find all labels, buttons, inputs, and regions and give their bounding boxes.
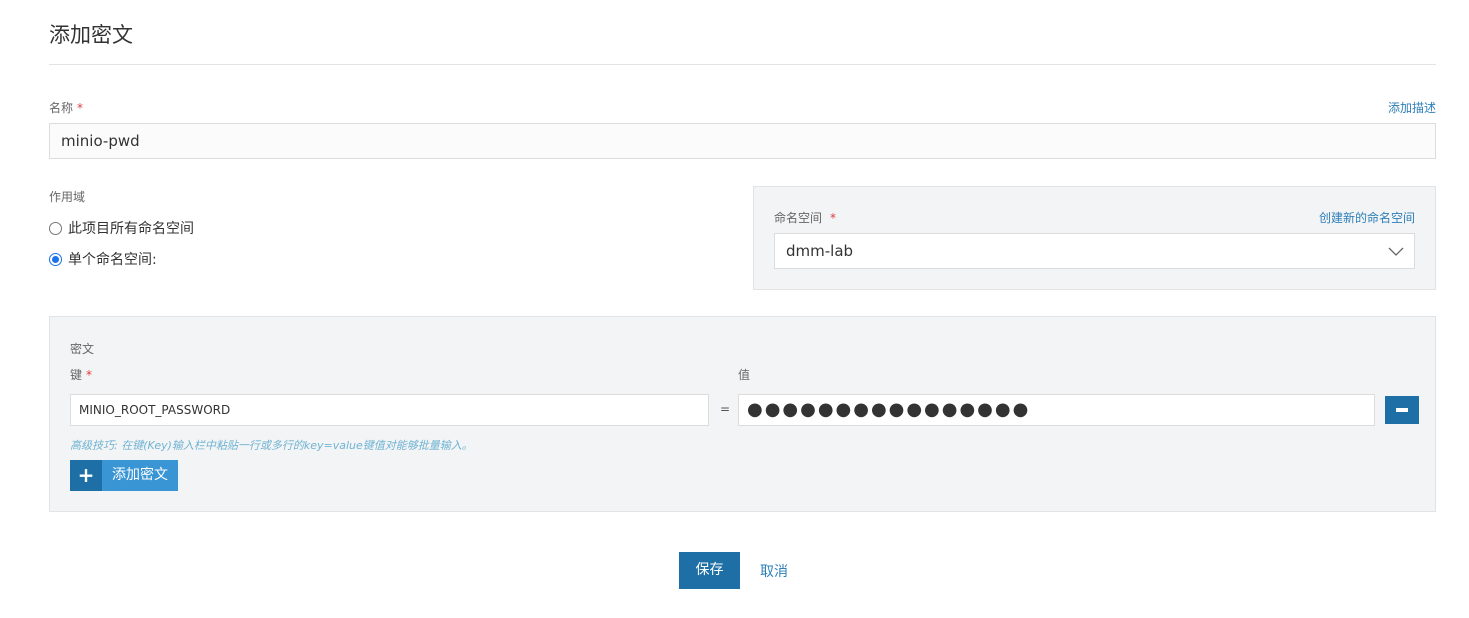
plus-icon: + <box>70 460 102 491</box>
scope-option-label: 单个命名空间: <box>68 252 157 268</box>
add-description-link[interactable]: 添加描述 <box>1388 99 1436 116</box>
key-label-text: 键 <box>70 368 83 382</box>
name-input[interactable]: minio-pwd <box>49 123 1436 159</box>
namespace-select[interactable]: dmm-lab <box>774 233 1415 269</box>
scope-label: 作用域 <box>49 190 86 204</box>
secret-key-input[interactable]: MINIO_ROOT_PASSWORD <box>70 394 709 426</box>
name-label-text: 名称 <box>49 101 74 115</box>
cancel-link[interactable]: 取消 <box>760 561 788 581</box>
add-secret-label: 添加密文 <box>102 460 178 491</box>
key-label: 键 * <box>70 366 92 383</box>
equals-sign: = <box>720 402 731 416</box>
create-namespace-link[interactable]: 创建新的命名空间 <box>1319 209 1415 226</box>
secret-value-input[interactable]: ●●●●●●●●●●●●●●●● <box>738 394 1375 426</box>
value-label: 值 <box>738 368 751 382</box>
radio-checked-icon[interactable] <box>49 252 62 266</box>
scope-option-single-namespace[interactable]: 单个命名空间: <box>49 249 157 269</box>
title-divider <box>49 64 1436 65</box>
chevron-down-icon <box>1388 247 1404 256</box>
scope-option-all-namespaces[interactable]: 此项目所有命名空间 <box>49 218 194 238</box>
namespace-selected-value: dmm-lab <box>786 242 854 260</box>
namespace-panel: 命名空间 * 创建新的命名空间 dmm-lab <box>753 186 1436 290</box>
namespace-label: 命名空间 * <box>774 209 836 226</box>
page-title: 添加密文 <box>49 23 133 47</box>
advanced-tip: 高级技巧: 在键(Key)输入栏中粘贴一行或多行的key=value键值对能够批… <box>70 439 473 452</box>
minus-icon <box>1396 408 1408 412</box>
add-secret-button[interactable]: + 添加密文 <box>70 460 178 491</box>
radio-unchecked-icon[interactable] <box>49 221 62 235</box>
required-marker: * <box>830 211 837 225</box>
required-marker: * <box>77 101 84 115</box>
secret-section-label: 密文 <box>70 342 95 356</box>
namespace-label-text: 命名空间 <box>774 211 823 225</box>
remove-secret-button[interactable] <box>1385 396 1419 424</box>
secret-panel: 密文 键 * 值 MINIO_ROOT_PASSWORD = ●●●●●●●●●●… <box>49 316 1436 512</box>
scope-option-label: 此项目所有命名空间 <box>68 221 194 237</box>
save-button[interactable]: 保存 <box>679 552 740 589</box>
required-marker: * <box>86 368 93 382</box>
name-label: 名称 * <box>49 99 83 116</box>
